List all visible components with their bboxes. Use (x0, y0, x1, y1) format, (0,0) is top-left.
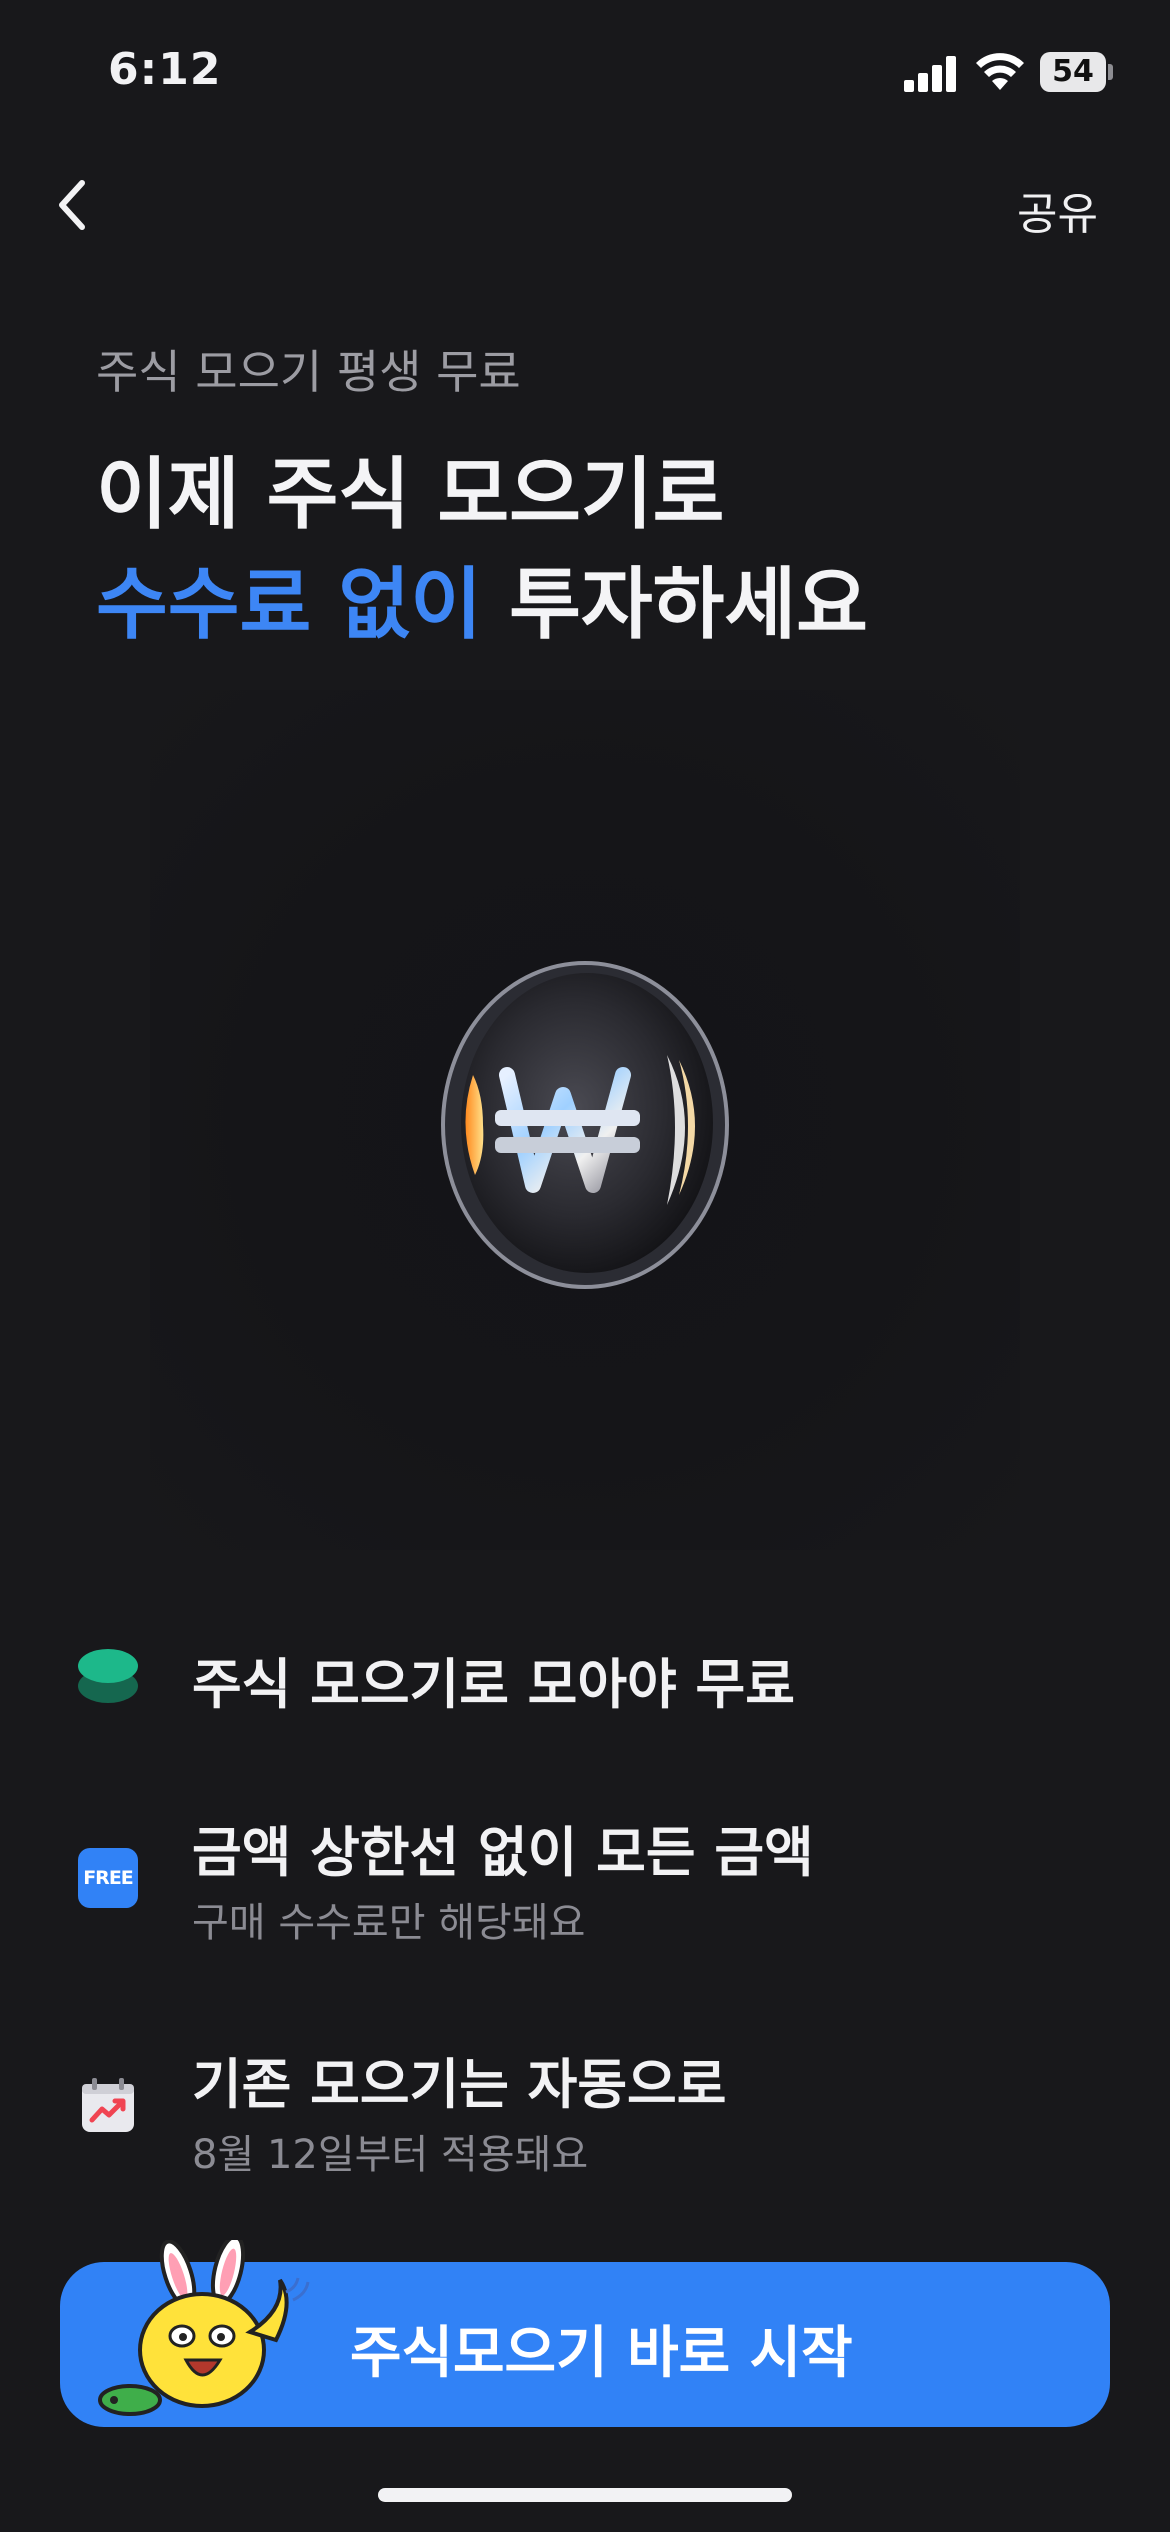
eyebrow-text: 주식 모으기 평생 무료 (96, 345, 521, 399)
won-coin-icon (441, 961, 729, 1289)
status-bar: 6:12 54 (0, 0, 1170, 150)
wifi-icon (976, 53, 1024, 90)
page-title: 이제 주식 모으기로 수수료 없이 투자하세요 (96, 440, 868, 660)
rabbit-mascot-icon (98, 2240, 310, 2416)
battery-nub (1108, 64, 1113, 80)
cellular-signal-icon (904, 56, 958, 92)
feature-title: 기존 모으기는 자동으로 (192, 2053, 727, 2116)
start-button-label: 주식모으기 바로 시작 (350, 2321, 853, 2386)
battery-icon: 54 (1040, 52, 1106, 92)
free-badge-label: FREE (83, 1867, 134, 1889)
free-badge-icon: FREE (78, 1848, 138, 1908)
title-line-1: 이제 주식 모으기로 (96, 450, 725, 540)
feature-title: 주식 모으기로 모아야 무료 (192, 1653, 795, 1716)
title-rest: 투자하세요 (481, 560, 868, 650)
hero-illustration (150, 690, 1020, 1550)
feature-title: 금액 상한선 없이 모든 금액 (192, 1821, 814, 1884)
back-button[interactable] (40, 165, 110, 245)
share-button[interactable]: 공유 (1017, 178, 1098, 242)
status-time: 6:12 (108, 44, 222, 95)
home-indicator (378, 2488, 792, 2502)
title-accent: 수수료 없이 (96, 560, 482, 650)
feature-subtitle: 구매 수수료만 해당돼요 (192, 1900, 586, 1946)
stack-icon (78, 1649, 138, 1703)
feature-subtitle: 8월 12일부터 적용돼요 (192, 2132, 589, 2178)
title-line-2: 수수료 없이 투자하세요 (96, 550, 868, 660)
calendar-chart-icon (82, 2078, 134, 2132)
